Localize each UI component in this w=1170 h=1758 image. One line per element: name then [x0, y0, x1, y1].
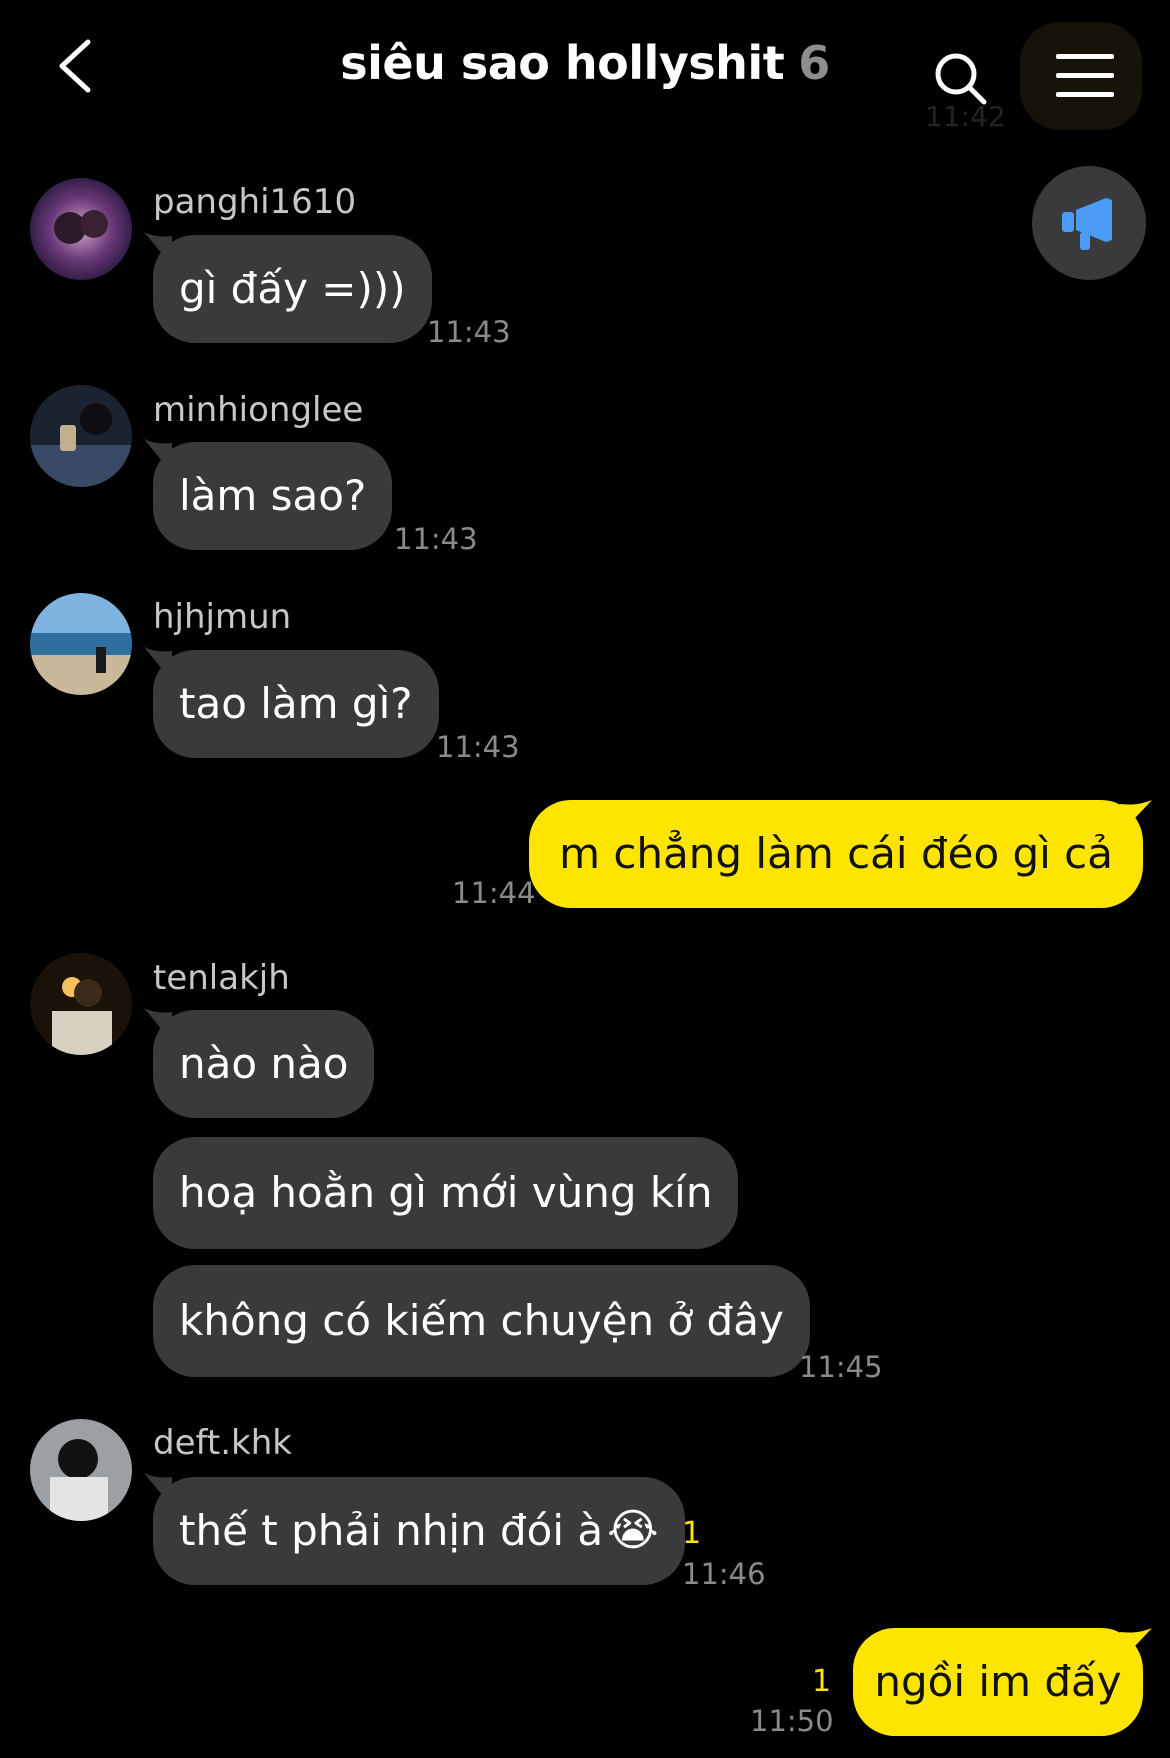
message-bubble[interactable]: làm sao? [153, 442, 393, 550]
megaphone-icon [1062, 198, 1112, 250]
menu-button[interactable] [1020, 22, 1142, 130]
avatar-photo [30, 953, 132, 1055]
message-time: 11:43 [427, 315, 511, 349]
sender-name: minhionglee [153, 390, 364, 430]
chat-title[interactable]: siêu sao hollyshit 6 [0, 36, 1170, 90]
message-bubble[interactable]: nào nào [153, 1010, 375, 1118]
sender-name: hjhjmun [153, 597, 292, 637]
message-text: thế t phải nhịn đói à [179, 1506, 604, 1555]
avatar-hjhjmun[interactable] [30, 593, 132, 695]
avatar-tenlakjh[interactable] [30, 953, 132, 1055]
avatar-photo [30, 178, 132, 280]
message-time: 11:46 [682, 1557, 766, 1591]
message-bubble[interactable]: thế t phải nhịn đói à 😭 [153, 1477, 685, 1585]
unread-count: 1 [682, 1516, 702, 1551]
avatar-panghi1610[interactable] [30, 178, 132, 280]
my-message-bubble[interactable]: m chẳng làm cái đéo gì cả [529, 800, 1143, 908]
message-time: 11:43 [394, 522, 478, 556]
crying-face-emoji-icon: 😭 [607, 1505, 659, 1556]
hamburger-menu-icon [1056, 54, 1114, 97]
notice-button[interactable] [1032, 166, 1146, 280]
message-time: 11:44 [452, 876, 536, 910]
unread-count: 1 [812, 1664, 832, 1699]
avatar-photo [30, 385, 132, 487]
avatar-minhionglee[interactable] [30, 385, 132, 487]
message-bubble[interactable]: gì đấy =))) [153, 235, 432, 343]
member-count: 6 [798, 36, 830, 90]
message-time: 11:50 [750, 1704, 834, 1738]
message-bubble[interactable]: hoạ hoằn gì mới vùng kín [153, 1137, 739, 1249]
chat-title-text: siêu sao hollyshit [340, 36, 785, 90]
sender-name: panghi1610 [153, 182, 357, 222]
sender-name: deft.khk [153, 1423, 292, 1463]
message-time: 11:43 [436, 730, 520, 764]
bubble-tail [1120, 1628, 1152, 1662]
sender-name: tenlakjh [153, 958, 290, 998]
search-icon[interactable] [932, 50, 988, 106]
message-bubble[interactable]: tao làm gì? [153, 650, 439, 758]
my-message-bubble[interactable]: ngồi im đấy [853, 1628, 1143, 1736]
avatar-photo [30, 593, 132, 695]
bubble-tail [1120, 800, 1152, 834]
avatar-photo [30, 1419, 132, 1521]
message-bubble[interactable]: không có kiếm chuyện ở đây [153, 1265, 810, 1377]
avatar-deft-khk[interactable] [30, 1419, 132, 1521]
message-time: 11:45 [799, 1350, 883, 1384]
